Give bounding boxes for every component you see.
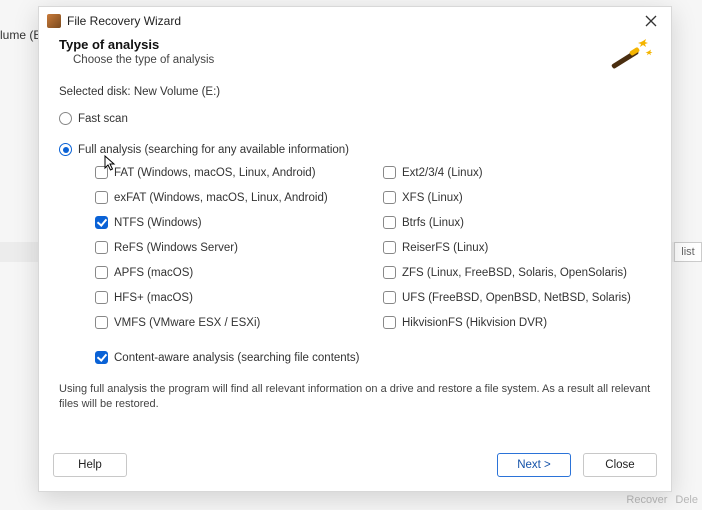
checkbox-icon (383, 291, 396, 304)
fs-checkbox-zfs[interactable]: ZFS (Linux, FreeBSD, Solaris, OpenSolari… (383, 266, 651, 279)
fs-label: FAT (Windows, macOS, Linux, Android) (114, 167, 316, 179)
fs-checkbox-refs[interactable]: ReFS (Windows Server) (95, 241, 363, 254)
wizard-footer: Help Next > Close (39, 443, 671, 491)
fs-label: HikvisionFS (Hikvision DVR) (402, 317, 547, 329)
content-aware-checkbox[interactable]: Content-aware analysis (searching file c… (95, 351, 651, 364)
checkbox-icon (95, 166, 108, 179)
fs-label: ReiserFS (Linux) (402, 242, 488, 254)
full-analysis-radio[interactable]: Full analysis (searching for any availab… (59, 143, 651, 156)
checkbox-icon (383, 241, 396, 254)
fs-checkbox-ext[interactable]: Ext2/3/4 (Linux) (383, 166, 651, 179)
fs-label: UFS (FreeBSD, OpenBSD, NetBSD, Solaris) (402, 292, 631, 304)
file-recovery-wizard-dialog: File Recovery Wizard Type of analysis Ch… (38, 6, 672, 492)
checkbox-icon (383, 216, 396, 229)
selected-disk-value: New Volume (E:) (134, 86, 220, 98)
fs-label: APFS (macOS) (114, 267, 193, 279)
app-icon (47, 14, 61, 28)
fs-checkbox-xfs[interactable]: XFS (Linux) (383, 191, 651, 204)
fast-scan-label: Fast scan (78, 113, 128, 125)
filesystem-list: FAT (Windows, macOS, Linux, Android) Ext2… (95, 162, 651, 333)
checkbox-icon (383, 191, 396, 204)
titlebar: File Recovery Wizard (39, 7, 671, 35)
fs-label: XFS (Linux) (402, 192, 463, 204)
content-aware-label: Content-aware analysis (searching file c… (114, 352, 359, 364)
checkbox-icon (95, 291, 108, 304)
wizard-header: Type of analysis Choose the type of anal… (39, 35, 671, 76)
close-icon[interactable] (637, 11, 665, 31)
fs-checkbox-hfs[interactable]: HFS+ (macOS) (95, 291, 363, 304)
fast-scan-radio[interactable]: Fast scan (59, 112, 651, 125)
page-subtitle: Choose the type of analysis (73, 54, 651, 66)
fs-label: Ext2/3/4 (Linux) (402, 167, 483, 179)
fs-label: HFS+ (macOS) (114, 292, 193, 304)
selected-disk-label: Selected disk: (59, 86, 131, 98)
fs-label: exFAT (Windows, macOS, Linux, Android) (114, 192, 328, 204)
radio-icon (59, 112, 72, 125)
fs-label: NTFS (Windows) (114, 217, 202, 229)
fs-label: Btrfs (Linux) (402, 217, 464, 229)
fs-checkbox-apfs[interactable]: APFS (macOS) (95, 266, 363, 279)
radio-icon (59, 143, 72, 156)
fs-checkbox-ntfs[interactable]: NTFS (Windows) (95, 216, 363, 229)
checkbox-icon (95, 316, 108, 329)
checkbox-icon (95, 266, 108, 279)
fs-label: ReFS (Windows Server) (114, 242, 238, 254)
wizard-wand-icon (609, 35, 653, 78)
help-button[interactable]: Help (53, 453, 127, 477)
checkbox-icon (95, 191, 108, 204)
bg-footer-buttons: Recover Dele (626, 494, 698, 506)
checkbox-icon (95, 351, 108, 364)
selected-disk-row: Selected disk: New Volume (E:) (59, 86, 651, 98)
checkbox-icon (95, 216, 108, 229)
fs-checkbox-exfat[interactable]: exFAT (Windows, macOS, Linux, Android) (95, 191, 363, 204)
fs-checkbox-reiserfs[interactable]: ReiserFS (Linux) (383, 241, 651, 254)
bg-list-button[interactable]: list (674, 242, 702, 262)
fs-label: ZFS (Linux, FreeBSD, Solaris, OpenSolari… (402, 267, 627, 279)
bg-recover-button: Recover (626, 494, 667, 506)
checkbox-icon (383, 166, 396, 179)
full-analysis-label: Full analysis (searching for any availab… (78, 144, 349, 156)
fs-checkbox-ufs[interactable]: UFS (FreeBSD, OpenBSD, NetBSD, Solaris) (383, 291, 651, 304)
titlebar-title: File Recovery Wizard (67, 14, 181, 28)
checkbox-icon (383, 316, 396, 329)
fs-checkbox-vmfs[interactable]: VMFS (VMware ESX / ESXi) (95, 316, 363, 329)
bg-delete-button: Dele (675, 494, 698, 506)
fs-checkbox-fat[interactable]: FAT (Windows, macOS, Linux, Android) (95, 166, 363, 179)
wizard-content: Selected disk: New Volume (E:) Fast scan… (39, 76, 671, 443)
analysis-description: Using full analysis the program will fin… (59, 382, 651, 412)
fs-label: VMFS (VMware ESX / ESXi) (114, 317, 260, 329)
checkbox-icon (383, 266, 396, 279)
next-button[interactable]: Next > (497, 453, 571, 477)
close-button[interactable]: Close (583, 453, 657, 477)
checkbox-icon (95, 241, 108, 254)
fs-checkbox-hikfs[interactable]: HikvisionFS (Hikvision DVR) (383, 316, 651, 329)
fs-checkbox-btrfs[interactable]: Btrfs (Linux) (383, 216, 651, 229)
page-title: Type of analysis (59, 37, 651, 52)
